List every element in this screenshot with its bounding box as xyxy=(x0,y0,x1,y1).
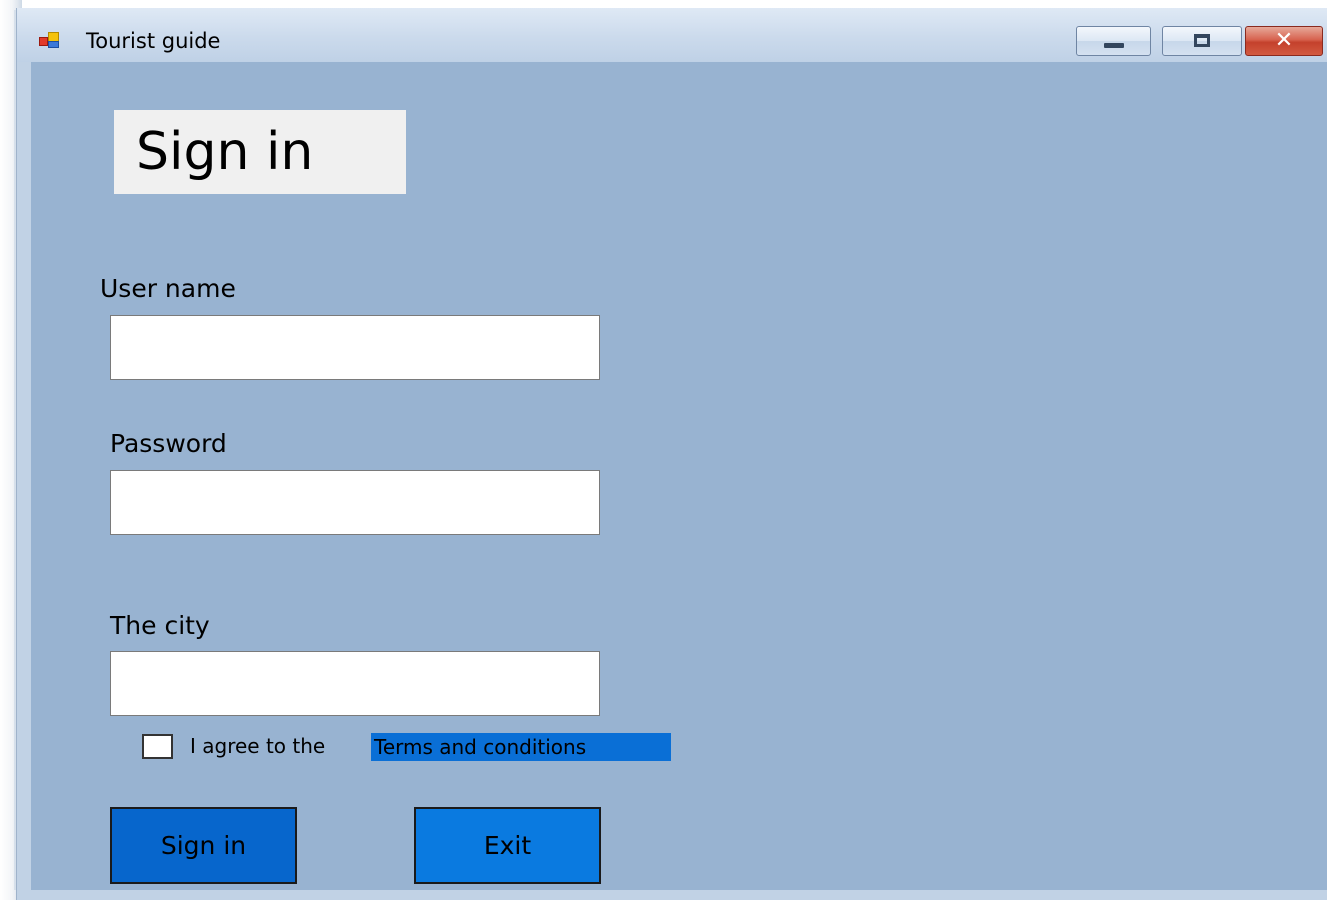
close-button[interactable]: ✕ xyxy=(1245,26,1323,56)
title-bar[interactable]: Tourist guide ✕ xyxy=(17,8,1327,62)
agree-label: I agree to the xyxy=(190,734,326,758)
maximize-button[interactable] xyxy=(1162,26,1242,56)
username-label: User name xyxy=(100,274,236,303)
exit-button[interactable]: Exit xyxy=(414,807,601,884)
sign-in-button[interactable]: Sign in xyxy=(110,807,297,884)
window-title: Tourist guide xyxy=(86,29,221,53)
form-client-area: Sign in User name Password The city I ag… xyxy=(31,62,1327,890)
window-bottom-border xyxy=(17,890,1327,900)
close-icon: ✕ xyxy=(1274,28,1294,53)
city-label: The city xyxy=(110,611,210,640)
password-field[interactable] xyxy=(110,470,600,535)
username-field[interactable] xyxy=(110,315,600,380)
password-label: Password xyxy=(110,429,227,458)
terms-link[interactable]: Terms and conditions xyxy=(371,733,671,761)
minimize-icon xyxy=(1104,43,1124,48)
app-icon xyxy=(39,30,59,48)
agree-checkbox[interactable] xyxy=(142,734,173,759)
app-window: Tourist guide ✕ Sign in User name Passwo… xyxy=(16,8,1327,900)
city-field[interactable] xyxy=(110,651,600,716)
page-title-box: Sign in xyxy=(114,110,406,194)
maximize-icon xyxy=(1194,34,1210,47)
page-title: Sign in xyxy=(136,122,314,182)
minimize-button[interactable] xyxy=(1076,26,1151,56)
